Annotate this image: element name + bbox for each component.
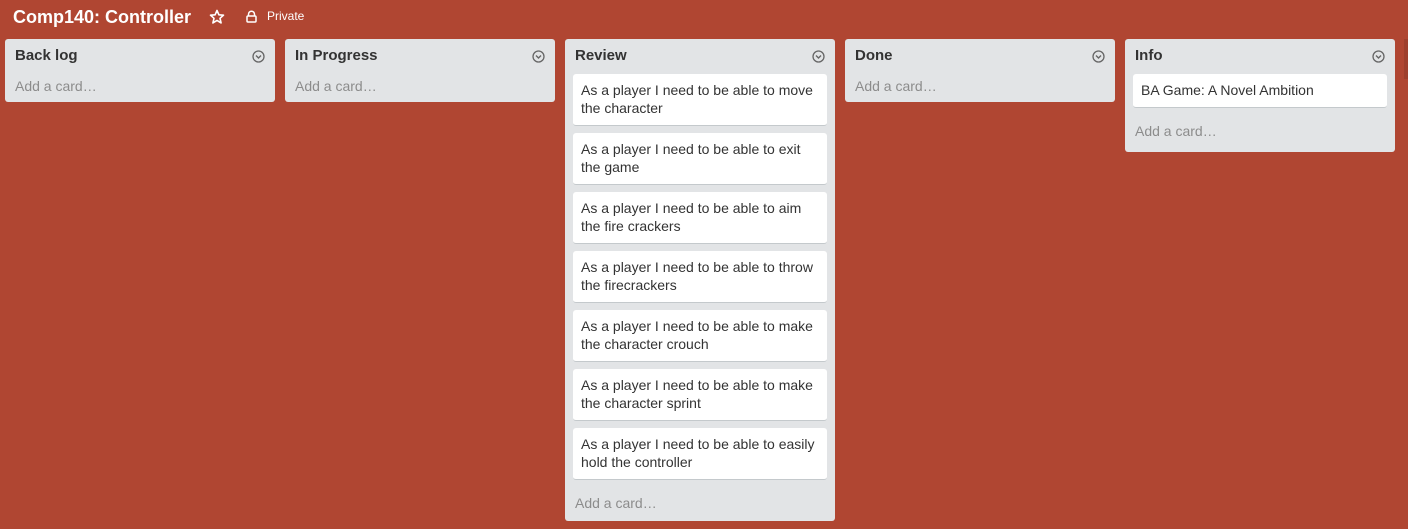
list-review: Review As a player I need to be able to … [565,39,835,521]
add-card-link[interactable]: Add a card… [565,487,835,521]
list-in-progress: In Progress Add a card… [285,39,555,102]
list-title[interactable]: Back log [15,47,78,65]
card[interactable]: As a player I need to be able to easily … [573,428,827,480]
list-header: Info [1125,39,1395,72]
add-card-link[interactable]: Add a card… [5,67,275,102]
list-header: Back log [5,39,275,72]
board-header: Comp140: Controller Private [0,0,1408,34]
chevron-down-circle-icon[interactable] [812,50,825,63]
chevron-down-circle-icon[interactable] [1092,50,1105,63]
board-title[interactable]: Comp140: Controller [13,6,191,28]
privacy-label: Private [267,9,305,23]
card[interactable]: As a player I need to be able to make th… [573,369,827,421]
list-header: Review [565,39,835,72]
card[interactable]: BA Game: A Novel Ambition [1133,74,1387,108]
chevron-down-circle-icon[interactable] [532,50,545,63]
privacy-button[interactable]: Private [245,8,304,24]
horizontal-scroll-edge[interactable] [1404,39,1408,79]
card[interactable]: As a player I need to be able to exit th… [573,133,827,185]
lock-icon [245,10,258,23]
list-header: In Progress [285,39,555,72]
card-list: BA Game: A Novel Ambition [1125,72,1395,108]
list-header: Done [845,39,1115,72]
chevron-down-circle-icon[interactable] [1372,50,1385,63]
list-title[interactable]: Info [1135,47,1163,65]
list-title[interactable]: Done [855,47,893,65]
list-title[interactable]: Review [575,47,627,65]
add-card-link[interactable]: Add a card… [285,67,555,102]
card[interactable]: As a player I need to be able to move th… [573,74,827,126]
list-info: Info BA Game: A Novel Ambition Add a car… [1125,39,1395,152]
add-card-link[interactable]: Add a card… [845,67,1115,102]
card[interactable]: As a player I need to be able to throw t… [573,251,827,303]
list-title[interactable]: In Progress [295,47,378,65]
chevron-down-circle-icon[interactable] [252,50,265,63]
list-back-log: Back log Add a card… [5,39,275,102]
list-done: Done Add a card… [845,39,1115,102]
add-card-link[interactable]: Add a card… [1125,115,1395,152]
card-list: As a player I need to be able to move th… [565,72,835,480]
card[interactable]: As a player I need to be able to aim the… [573,192,827,244]
card[interactable]: As a player I need to be able to make th… [573,310,827,362]
star-icon[interactable] [209,9,225,25]
